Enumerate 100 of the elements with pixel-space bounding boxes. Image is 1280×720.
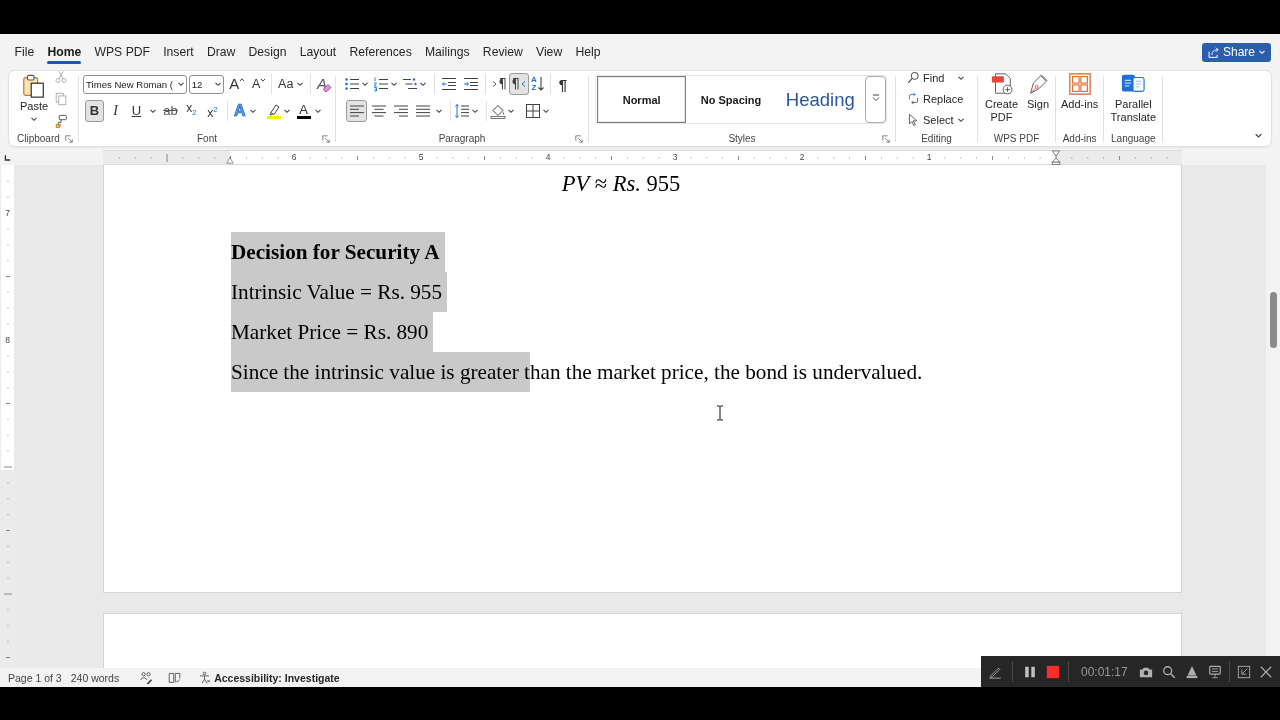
dropdown-caret-icon[interactable]: [149, 107, 157, 115]
word-count[interactable]: 240 words: [70, 671, 120, 684]
people-pen-icon[interactable]: [140, 671, 154, 684]
sort-button[interactable]: A Z: [529, 73, 547, 95]
collapse-ribbon-icon[interactable]: [1254, 131, 1263, 140]
dropdown-caret-icon[interactable]: [390, 80, 398, 88]
dialog-launcher-icon[interactable]: [322, 135, 330, 143]
dropdown-caret-icon[interactable]: [313, 107, 322, 115]
borders-icon[interactable]: [525, 103, 541, 119]
group-label: Styles: [728, 133, 756, 144]
left-to-right-icon: [491, 76, 507, 92]
paint-bucket-icon[interactable]: [490, 103, 506, 119]
sign-button[interactable]: Sign: [1025, 71, 1051, 131]
ribbon-tab[interactable]: Layout: [293, 34, 343, 70]
line-spacing-icon[interactable]: [454, 103, 470, 119]
ribbon-tab[interactable]: Home: [40, 34, 88, 70]
book-check-icon[interactable]: [168, 671, 182, 684]
ribbon-tab[interactable]: File: [8, 34, 41, 70]
right-to-left-button[interactable]: [509, 73, 529, 95]
font-size-field[interactable]: 12: [188, 74, 225, 94]
caret-icon: [214, 80, 223, 88]
paintbrush-icon[interactable]: [54, 114, 68, 128]
ribbon-tab[interactable]: Draw: [200, 34, 242, 70]
dialog-launcher-icon[interactable]: [575, 135, 583, 143]
create-pdf-button[interactable]: Create PDF: [982, 71, 1021, 131]
bold-button[interactable]: B: [85, 100, 104, 122]
search-icon: [907, 71, 920, 84]
italic-button[interactable]: I: [106, 100, 125, 122]
increase-indent-icon[interactable]: [463, 76, 479, 92]
font-name-field[interactable]: Times New Roman (: [83, 74, 187, 94]
text-cursor-icon: [716, 405, 724, 421]
ribbon-tab[interactable]: Help: [568, 34, 608, 70]
dropdown-caret-icon[interactable]: [542, 107, 550, 115]
dropdown-caret-icon[interactable]: [471, 107, 479, 115]
ribbon-tab[interactable]: Insert: [156, 34, 201, 70]
show-formatting-marks-button[interactable]: ¶: [554, 73, 572, 95]
ribbon-tab[interactable]: Mailings: [418, 34, 477, 70]
select-button[interactable]: Select: [905, 109, 977, 130]
dropdown-caret-icon[interactable]: [282, 107, 291, 115]
ribbon-tab[interactable]: WPS PDF: [87, 34, 157, 70]
dropdown-caret-icon[interactable]: [419, 80, 427, 88]
add-ins-button[interactable]: Add-ins: [1060, 71, 1100, 131]
ribbon-tab[interactable]: View: [529, 34, 569, 70]
ruler-number: 4: [545, 151, 551, 164]
translate-button[interactable]: Parallel Translate: [1108, 71, 1159, 131]
search-icon[interactable]: [1161, 664, 1176, 679]
group-label: Paragraph: [438, 133, 486, 144]
ribbon-tab[interactable]: Review: [476, 34, 530, 70]
accessibility-button[interactable]: Accessibility: Investigate: [198, 671, 340, 684]
multilevel-list-icon[interactable]: [402, 76, 418, 92]
replace-button[interactable]: Replace: [905, 88, 977, 109]
ribbon-tab[interactable]: Design: [241, 34, 294, 70]
align-left-icon: [348, 103, 365, 119]
ribbon-tab[interactable]: References: [342, 34, 419, 70]
caret-icon: [1258, 48, 1266, 56]
shrink-font-button[interactable]: A: [250, 73, 269, 95]
numbered-list-icon[interactable]: [373, 76, 389, 92]
cone-icon[interactable]: [1184, 664, 1199, 679]
close-icon[interactable]: [1258, 664, 1273, 679]
align-left-button[interactable]: [346, 100, 367, 122]
strikethrough-button[interactable]: ab: [161, 100, 180, 122]
monitor-icon[interactable]: [1207, 664, 1222, 679]
scrollbar-thumb[interactable]: [1270, 292, 1277, 348]
change-case-button[interactable]: Aa: [275, 73, 308, 95]
font-color-button[interactable]: A: [294, 100, 313, 122]
accessibility-icon: [198, 671, 212, 684]
grow-font-button[interactable]: A: [227, 73, 248, 95]
clear-formatting-button[interactable]: A: [314, 73, 335, 95]
ruler-number: 3: [672, 151, 678, 164]
down-arrow-icon: [536, 76, 545, 92]
paste-button[interactable]: Paste: [18, 71, 50, 131]
dropdown-caret-icon[interactable]: [361, 80, 369, 88]
ruler-number: 7: [4, 207, 11, 219]
group-label: Add-ins: [1062, 133, 1097, 144]
page-count[interactable]: Page 1 of 3: [8, 671, 62, 684]
pause-icon[interactable]: [1023, 664, 1037, 679]
arrow-in-box-icon[interactable]: [1236, 664, 1251, 679]
up-caret-icon: [239, 77, 246, 83]
ruler-number: 8: [4, 334, 11, 346]
style-option[interactable]: Normal: [597, 76, 687, 123]
ruler-number: 5: [418, 151, 424, 164]
dialog-launcher-icon[interactable]: [882, 135, 890, 143]
find-button[interactable]: Find: [905, 67, 967, 88]
caret-icon: [30, 115, 38, 123]
dropdown-caret-icon[interactable]: [507, 107, 515, 115]
heading-paragraph: Decision for Security A: [231, 232, 1181, 272]
underline-button[interactable]: U: [127, 100, 146, 122]
stop-icon[interactable]: [1046, 664, 1060, 679]
dialog-launcher-icon[interactable]: [65, 135, 73, 143]
body-paragraph: Since the intrinsic value is greater than the market price, the bond is undervalued.: [231, 352, 1181, 392]
superscript-button[interactable]: x$^{2}$: [203, 100, 222, 122]
ruler-number: 2: [799, 151, 805, 164]
right-indent-marker-icon[interactable]: [1051, 150, 1061, 165]
share-button[interactable]: Share: [1201, 42, 1271, 62]
decrease-indent-icon[interactable]: [441, 76, 457, 92]
highlighter-icon[interactable]: [265, 103, 282, 119]
subscript-button[interactable]: x$_{2}$: [182, 100, 201, 122]
tab-selector-icon[interactable]: [3, 153, 11, 162]
bulleted-list-icon[interactable]: [344, 76, 360, 92]
dropdown-caret-icon[interactable]: [435, 107, 443, 115]
